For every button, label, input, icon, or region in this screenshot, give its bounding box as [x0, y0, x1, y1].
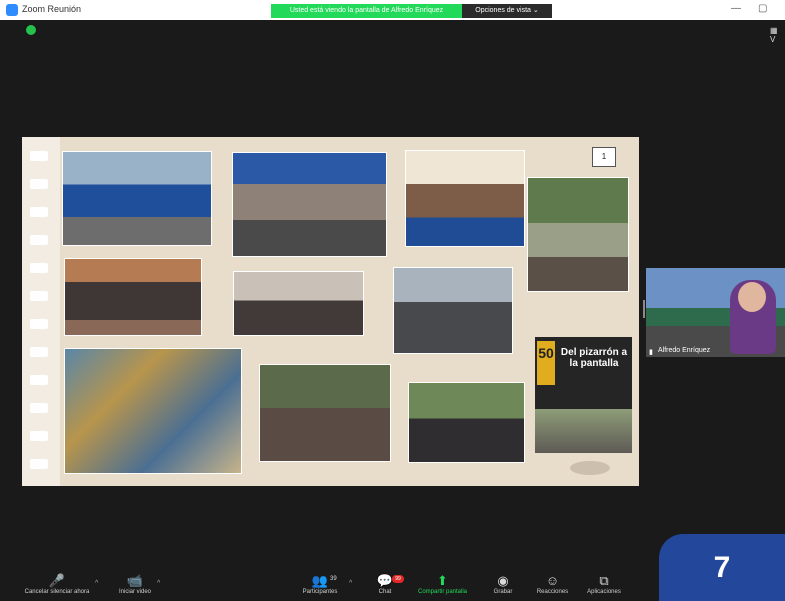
- share-screen-icon: ⬆: [437, 573, 448, 588]
- participant-name: Alfredo Enríquez: [658, 347, 711, 354]
- film-perforation: [30, 459, 48, 469]
- apps-button[interactable]: ⧉ Aplicaciones: [580, 573, 628, 595]
- record-button[interactable]: ◉ Grabar: [488, 573, 518, 595]
- share-screen-button[interactable]: ⬆ Compartir pantalla: [410, 573, 475, 595]
- smiley-icon: ☺: [545, 573, 560, 588]
- film-perforation: [30, 207, 48, 217]
- resize-handle[interactable]: [643, 300, 645, 318]
- page-number-badge: 7: [659, 534, 785, 601]
- participants-label: Participantes: [302, 589, 338, 595]
- video-camera-off-icon: 📹: [126, 573, 144, 588]
- photo-computer-lab: [233, 271, 364, 336]
- window-title: Zoom Reunión: [22, 4, 82, 14]
- view-toggle[interactable]: ▦ V: [770, 26, 785, 44]
- film-perforation: [30, 263, 48, 273]
- shared-slide: 50 Del pizarrón a la pantalla 1: [22, 137, 639, 486]
- participants-options-caret[interactable]: ^: [349, 580, 352, 587]
- chat-unread-badge: 99: [392, 575, 404, 583]
- start-video-button[interactable]: 📹 Iniciar video: [110, 573, 160, 595]
- mute-button[interactable]: 🎤 Cancelar silenciar ahora: [22, 573, 92, 595]
- apps-label: Aplicaciones: [587, 589, 621, 595]
- share-screen-label: Compartir pantalla: [417, 589, 468, 595]
- record-icon: ◉: [497, 573, 509, 588]
- minimize-button[interactable]: —: [731, 3, 741, 14]
- reactions-button[interactable]: ☺ Reacciones: [530, 573, 575, 595]
- photo-dance-group: [405, 150, 525, 247]
- poster-50-years: 50 Del pizarrón a la pantalla: [535, 337, 632, 409]
- participant-video-tile[interactable]: ▮ Alfredo Enríquez: [646, 268, 785, 357]
- participants-icon: 👥: [311, 573, 329, 588]
- zoom-app-icon: [6, 4, 18, 16]
- microphone-muted-icon: 🎤: [48, 573, 66, 588]
- participants-count: 39: [330, 576, 337, 582]
- shield-icon[interactable]: [26, 25, 36, 35]
- film-perforation: [30, 319, 48, 329]
- photo-students-walking: [232, 152, 387, 257]
- record-label: Grabar: [493, 589, 513, 595]
- photo-students-garden: [259, 364, 391, 462]
- maximize-button[interactable]: ▢: [758, 3, 767, 14]
- poster-title: Del pizarrón a la pantalla: [560, 347, 628, 369]
- video-options-caret[interactable]: ^: [157, 580, 160, 587]
- photo-school-entrance: [62, 151, 212, 246]
- participants-button[interactable]: 👥 Participantes: [295, 573, 345, 595]
- film-perforation: [30, 291, 48, 301]
- signal-strength-icon: ▮: [649, 349, 653, 356]
- institution-stamp: [570, 461, 610, 475]
- mute-label: Cancelar silenciar ahora: [24, 589, 90, 595]
- participant-face: [738, 282, 766, 312]
- chat-label: Chat: [378, 589, 392, 595]
- audio-options-caret[interactable]: ^: [95, 580, 98, 587]
- photo-auditorium-crowd: [64, 258, 202, 336]
- slide-page-box: 1: [592, 147, 616, 167]
- apps-icon: ⧉: [599, 573, 609, 588]
- photo-mural: [64, 348, 242, 474]
- photo-computer-class: [393, 267, 513, 354]
- poster-photo: [535, 409, 632, 453]
- photo-group-outdoors: [408, 382, 525, 463]
- poster-badge: 50: [537, 341, 555, 385]
- film-perforation: [30, 347, 48, 357]
- video-label: Iniciar video: [118, 589, 151, 595]
- film-perforation: [30, 151, 48, 161]
- film-perforation: [30, 235, 48, 245]
- film-perforation: [30, 179, 48, 189]
- film-perforation: [30, 403, 48, 413]
- photo-students-park: [527, 177, 629, 292]
- reactions-label: Reacciones: [536, 589, 569, 595]
- film-perforation: [30, 375, 48, 385]
- screen-share-banner: Usted está viendo la pantalla de Alfredo…: [271, 4, 462, 18]
- film-strip: [22, 137, 60, 486]
- film-perforation: [30, 431, 48, 441]
- view-options-button[interactable]: Opciones de vista ⌄: [462, 4, 552, 18]
